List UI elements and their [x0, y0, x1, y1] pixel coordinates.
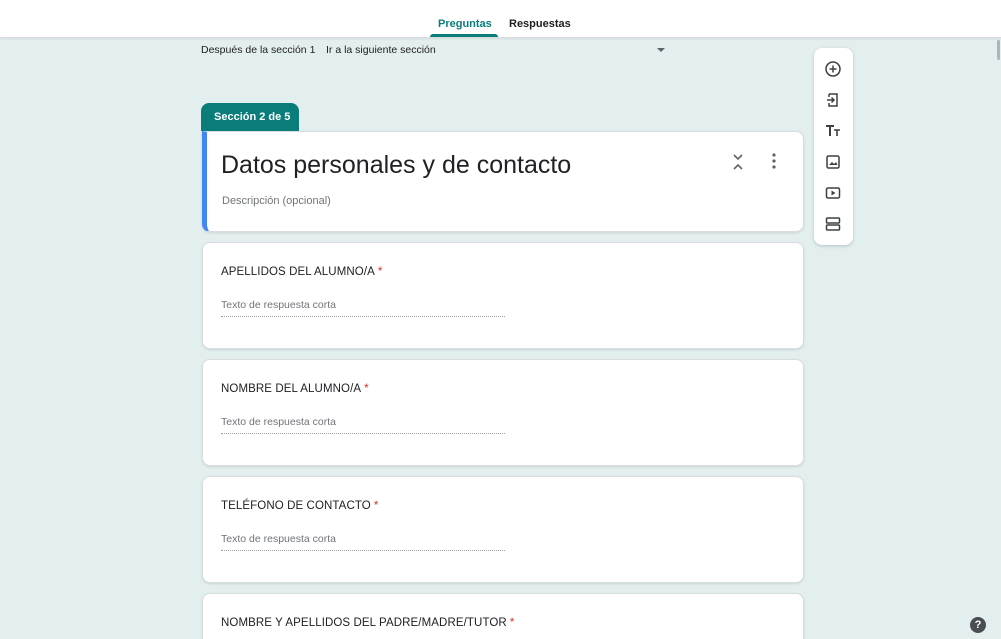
required-asterisk: * [373, 500, 379, 512]
collapse-section-icon[interactable] [731, 152, 745, 172]
question-card[interactable]: APELLIDOS DEL ALUMNO/A * Texto de respues… [202, 242, 804, 349]
section-tag: Sección 2 de 5 [201, 103, 299, 131]
active-tab-indicator [430, 34, 498, 37]
help-icon[interactable]: ? [970, 617, 986, 633]
section-header-card[interactable]: Datos personales y de contacto Descripci… [202, 131, 804, 232]
more-options-icon[interactable] [771, 153, 777, 169]
question-title[interactable]: NOMBRE Y APELLIDOS DEL PADRE/MADRE/TUTOR… [221, 617, 514, 629]
short-answer-field: Texto de respuesta corta [221, 299, 505, 317]
after-section-label: Después de la sección 1 [201, 44, 316, 56]
question-card[interactable]: NOMBRE Y APELLIDOS DEL PADRE/MADRE/TUTOR… [202, 593, 804, 639]
scrollbar[interactable] [997, 40, 1000, 60]
tab-responses[interactable]: Respuestas [509, 18, 571, 30]
question-title[interactable]: TELÉFONO DE CONTACTO * [221, 500, 378, 512]
add-image-icon[interactable] [823, 152, 843, 172]
add-title-icon[interactable] [823, 121, 843, 141]
dropdown-caret-icon[interactable] [657, 48, 665, 52]
required-asterisk: * [364, 383, 369, 395]
section-title[interactable]: Datos personales y de contacto [221, 151, 571, 180]
add-video-icon[interactable] [823, 183, 843, 203]
question-card[interactable]: NOMBRE DEL ALUMNO/A * Texto de respuesta … [202, 359, 804, 466]
tab-questions[interactable]: Preguntas [438, 18, 492, 30]
floating-toolbar [814, 48, 853, 245]
add-question-icon[interactable] [823, 59, 843, 79]
top-tab-bar: Preguntas Respuestas [0, 0, 1001, 38]
import-questions-icon[interactable] [823, 90, 843, 110]
question-title[interactable]: NOMBRE DEL ALUMNO/A * [221, 383, 369, 395]
required-asterisk: * [509, 617, 515, 629]
question-card[interactable]: TELÉFONO DE CONTACTO * Texto de respuesta… [202, 476, 804, 583]
add-section-icon[interactable] [823, 214, 843, 234]
after-section-row: Después de la sección 1 Ir a la siguient… [201, 44, 671, 58]
after-section-select[interactable]: Ir a la siguiente sección [326, 44, 436, 56]
required-asterisk: * [377, 266, 383, 278]
section-description-field[interactable]: Descripción (opcional) [222, 195, 331, 207]
short-answer-field: Texto de respuesta corta [221, 533, 505, 551]
question-title[interactable]: APELLIDOS DEL ALUMNO/A * [221, 266, 382, 278]
short-answer-field: Texto de respuesta corta [221, 416, 505, 434]
